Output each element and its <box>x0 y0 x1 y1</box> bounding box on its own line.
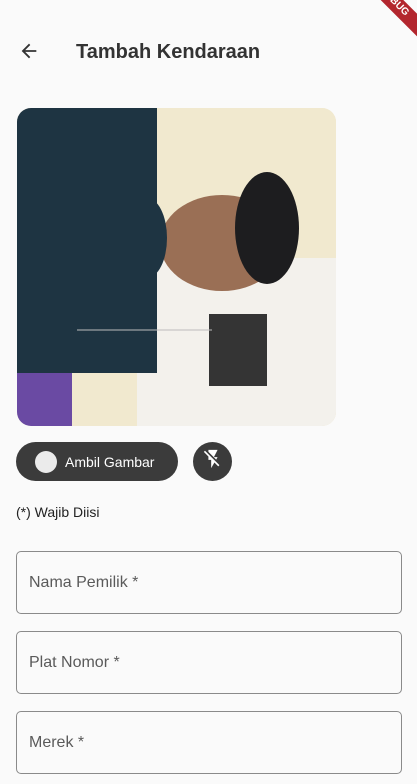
camera-actions: Ambil Gambar <box>16 442 232 481</box>
capture-button[interactable]: Ambil Gambar <box>16 442 178 481</box>
brand-field[interactable] <box>16 711 402 774</box>
shutter-icon <box>35 450 57 473</box>
debug-banner: DEBUG <box>356 0 417 40</box>
flash-off-icon <box>202 448 224 475</box>
required-note: (*) Wajib Diisi <box>16 504 100 520</box>
owner-name-field[interactable] <box>16 551 402 614</box>
flash-toggle-button[interactable] <box>193 442 232 481</box>
plate-number-field[interactable] <box>16 631 402 694</box>
plate-number-input[interactable] <box>17 632 401 693</box>
page-title: Tambah Kendaraan <box>76 41 261 63</box>
brand-input[interactable] <box>17 712 401 773</box>
owner-name-input[interactable] <box>17 552 401 613</box>
app-bar: Tambah Kendaraan DEBUG <box>0 0 417 108</box>
camera-preview <box>17 108 336 426</box>
arrow-left-icon <box>18 40 40 67</box>
capture-label: Ambil Gambar <box>65 453 155 470</box>
back-button[interactable] <box>14 38 44 68</box>
